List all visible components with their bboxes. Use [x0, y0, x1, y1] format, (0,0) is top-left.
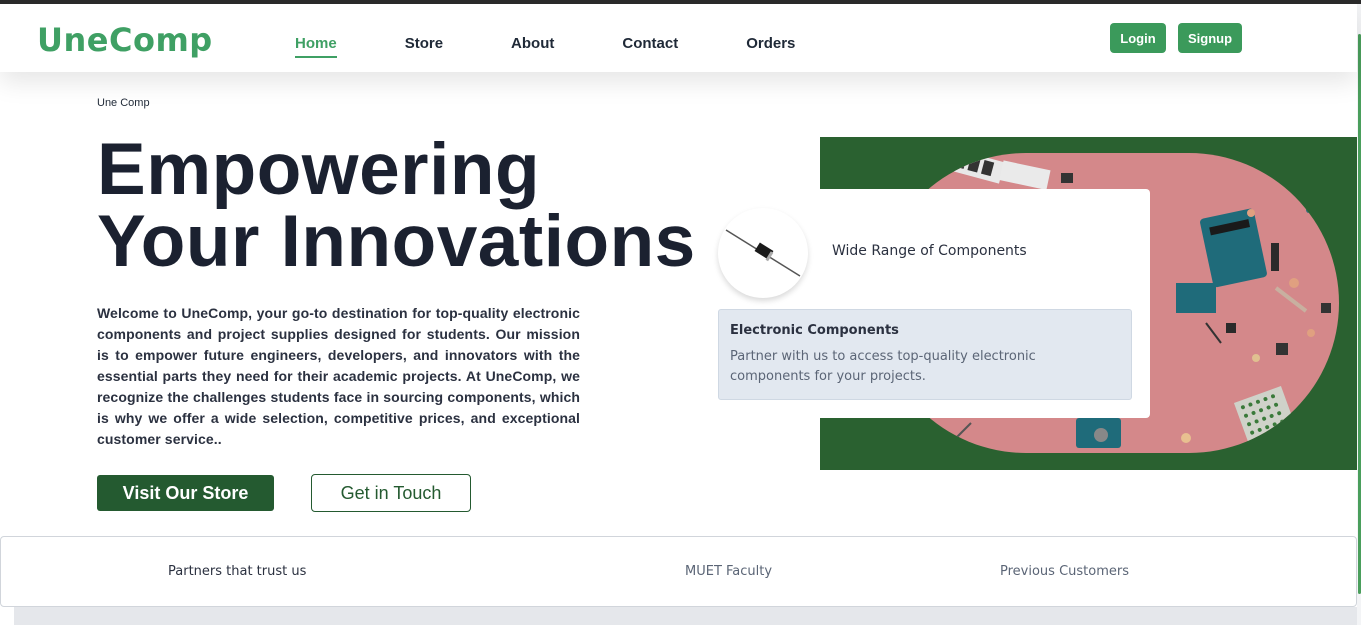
feature-card-detail-text: Partner with us to access top-quality el…	[730, 349, 1036, 384]
nav-store[interactable]: Store	[405, 34, 443, 58]
hero-title-line-1: Empowering	[97, 129, 541, 210]
scrollbar[interactable]	[1357, 4, 1361, 625]
site-header: UneComp Home Store About Contact Orders …	[0, 4, 1357, 72]
nav-contact[interactable]: Contact	[622, 34, 678, 58]
diode-icon	[718, 208, 808, 298]
feature-card-heading: Wide Range of Components	[832, 243, 1027, 259]
main-nav: Home Store About Contact Orders	[295, 34, 863, 58]
nav-orders[interactable]: Orders	[746, 34, 795, 58]
nav-about[interactable]: About	[511, 34, 554, 58]
hero-description: Welcome to UneComp, your go-to destinati…	[97, 305, 580, 447]
next-section	[14, 607, 1357, 625]
partner-item: MUET Faculty	[685, 564, 773, 579]
visit-store-button[interactable]: Visit Our Store	[97, 475, 274, 511]
signup-button[interactable]: Signup	[1178, 23, 1242, 53]
partners-label: Partners that trust us	[168, 564, 307, 579]
feature-card-detail: Electronic Components Partner with us to…	[718, 309, 1132, 400]
hero-title: Empowering Your Innovations	[97, 129, 696, 282]
breadcrumb: Une Comp	[97, 97, 150, 109]
feature-card-detail-title: Electronic Components	[730, 323, 899, 338]
site-logo[interactable]: UneComp	[37, 20, 213, 60]
nav-home[interactable]: Home	[295, 34, 337, 58]
get-in-touch-button[interactable]: Get in Touch	[311, 474, 471, 512]
login-button[interactable]: Login	[1110, 23, 1166, 53]
partners-bar: Partners that trust us MUET Faculty Prev…	[0, 536, 1357, 607]
hero-title-line-2: Your Innovations	[97, 201, 696, 282]
partner-item: Previous Customers	[1000, 564, 1129, 579]
